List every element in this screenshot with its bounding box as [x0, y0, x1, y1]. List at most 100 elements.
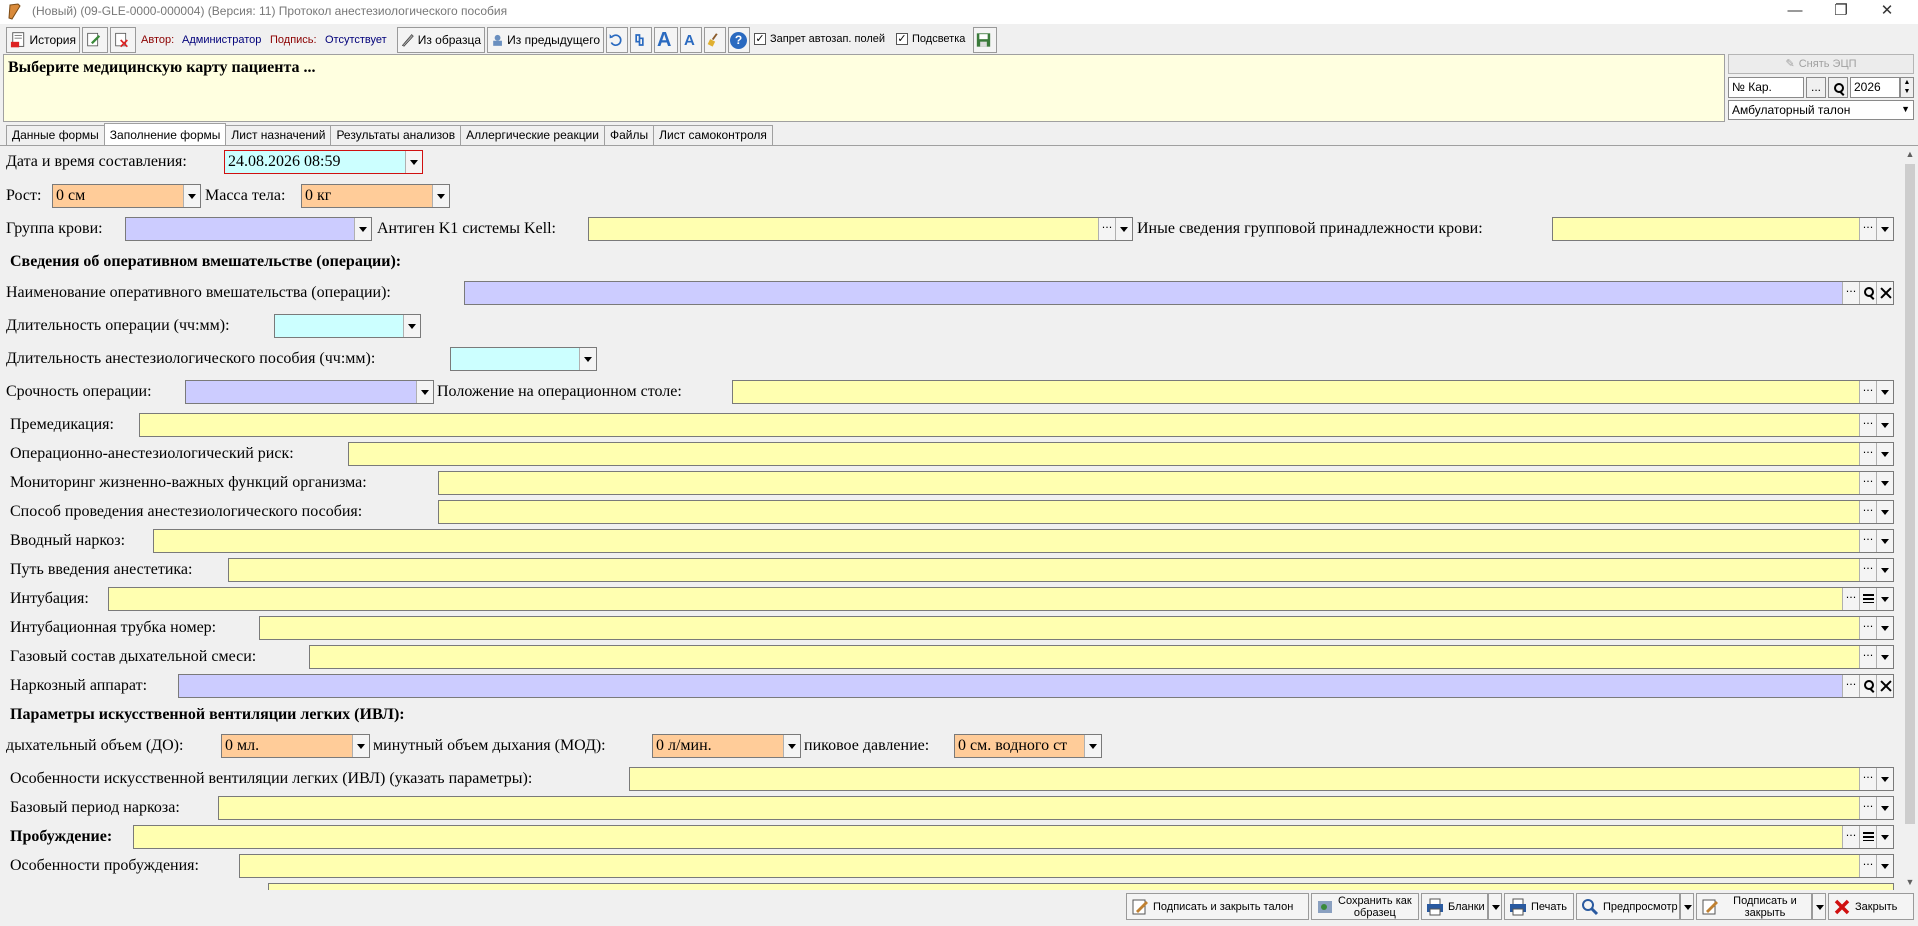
list-icon[interactable] [1859, 588, 1876, 610]
ellipsis-icon[interactable]: ··· [1859, 855, 1876, 877]
ellipsis-icon[interactable]: ··· [1859, 768, 1876, 790]
ellipsis-icon[interactable]: ··· [1859, 414, 1876, 436]
monitoring-field[interactable]: ··· [438, 471, 1894, 495]
blanks-button[interactable]: Бланки [1421, 893, 1488, 920]
document-type-select[interactable]: Амбулаторный талон ▼ [1728, 100, 1914, 120]
card-browse-button[interactable]: ... [1806, 77, 1826, 98]
year-spinner[interactable]: ▲ ▼ [1900, 77, 1914, 98]
close-icon[interactable] [1876, 282, 1893, 304]
ellipsis-icon[interactable]: ··· [1098, 218, 1115, 240]
tube-number-field[interactable]: ··· [259, 616, 1894, 640]
chevron-down-icon[interactable] [1876, 588, 1893, 610]
route-field[interactable]: ··· [228, 558, 1894, 582]
highlight-checkbox[interactable]: ✓ Подсветка [896, 33, 965, 45]
ellipsis-icon[interactable]: ··· [1842, 675, 1859, 697]
ellipsis-icon[interactable]: ··· [1859, 559, 1876, 581]
weight-field[interactable]: 0 кг [301, 184, 450, 208]
chevron-down-icon[interactable] [352, 735, 369, 757]
ellipsis-icon[interactable]: ··· [1842, 826, 1859, 848]
close-window-button[interactable]: ✕ [1864, 0, 1910, 24]
sign-close-button[interactable]: Подписать и закрыть [1696, 893, 1812, 920]
preview-dropdown[interactable] [1680, 893, 1694, 920]
awakening-features-field[interactable]: ··· [239, 854, 1894, 878]
machine-field[interactable]: ··· [178, 674, 1894, 698]
chevron-down-icon[interactable] [354, 218, 371, 240]
awakening-field[interactable]: ··· [133, 825, 1894, 849]
ellipsis-icon[interactable]: ··· [1859, 381, 1876, 403]
tab-form-fill[interactable]: Заполнение формы [103, 123, 227, 145]
gas-mix-field[interactable]: ··· [309, 645, 1894, 669]
preview-button[interactable]: Предпросмотр [1576, 893, 1680, 920]
refresh-button[interactable] [606, 27, 628, 53]
ellipsis-icon[interactable]: ··· [1859, 472, 1876, 494]
urgency-field[interactable] [185, 380, 434, 404]
tab-files[interactable]: Файлы [603, 125, 655, 145]
patient-panel[interactable]: Выберите медицинскую карту пациента ... [3, 54, 1725, 122]
ellipsis-icon[interactable]: ··· [1859, 501, 1876, 523]
risk-field[interactable]: ··· [348, 442, 1894, 466]
other-blood-field[interactable]: ··· [1552, 217, 1894, 241]
tab-prescriptions[interactable]: Лист назначений [225, 125, 332, 145]
chevron-down-icon[interactable] [1876, 768, 1893, 790]
save-template-button[interactable]: Сохранить как образец [1311, 893, 1419, 920]
base-period-field[interactable]: ··· [218, 796, 1894, 820]
year-input[interactable]: 2026 [1850, 77, 1900, 98]
chevron-down-icon[interactable] [432, 185, 449, 207]
ellipsis-icon[interactable]: ··· [1859, 218, 1876, 240]
minimize-button[interactable]: — [1772, 0, 1818, 24]
from-template-button[interactable]: Из образца [397, 27, 485, 53]
ellipsis-icon[interactable]: ··· [1859, 617, 1876, 639]
restore-button[interactable]: ❐ [1818, 0, 1864, 24]
font-decrease-button[interactable]: A [680, 27, 702, 53]
search-icon[interactable] [1859, 675, 1876, 697]
tab-form-data[interactable]: Данные формы [6, 125, 105, 145]
blood-group-field[interactable] [125, 217, 372, 241]
help-button[interactable]: ? [728, 27, 750, 53]
chevron-down-icon[interactable] [1876, 414, 1893, 436]
scroll-thumb[interactable] [1905, 164, 1915, 824]
link-button[interactable] [630, 27, 652, 53]
induction-field[interactable]: ··· [153, 529, 1894, 553]
sign-close-ticket-button[interactable]: Подписать и закрыть талон [1126, 893, 1309, 920]
datetime-field[interactable]: 24.08.2026 08:59 [224, 150, 423, 174]
tab-self-control[interactable]: Лист самоконтроля [653, 125, 773, 145]
chevron-down-icon[interactable] [1876, 646, 1893, 668]
sign-close-dropdown[interactable] [1812, 893, 1826, 920]
close-button[interactable]: Закрыть [1828, 893, 1914, 920]
form-scrollbar[interactable]: ▲ ▼ [1902, 146, 1918, 890]
chevron-down-icon[interactable] [1876, 797, 1893, 819]
print-button[interactable]: Печать [1504, 893, 1574, 920]
chevron-down-icon[interactable] [416, 381, 433, 403]
anesthesia-duration-field[interactable] [450, 347, 597, 371]
chevron-down-icon[interactable] [1084, 735, 1101, 757]
ellipsis-icon[interactable]: ··· [1859, 646, 1876, 668]
chevron-down-icon[interactable] [1876, 443, 1893, 465]
peak-pressure-field[interactable]: 0 см. водного ст [954, 734, 1102, 758]
clear-button[interactable] [704, 27, 726, 53]
scroll-down-icon[interactable]: ▼ [1902, 874, 1918, 890]
font-increase-button[interactable]: A [654, 27, 678, 53]
remove-signature-button[interactable]: ✎ Снять ЭЦП [1728, 54, 1914, 74]
delete-doc-button[interactable] [110, 27, 136, 53]
next-field-partial[interactable] [268, 883, 1894, 890]
edit-doc-button[interactable] [82, 27, 108, 53]
tab-allergies[interactable]: Аллергические реакции [460, 125, 605, 145]
position-field[interactable]: ··· [732, 380, 1894, 404]
from-previous-button[interactable]: Из предыдущего [487, 27, 604, 53]
height-field[interactable]: 0 см [52, 184, 201, 208]
operation-name-field[interactable]: ··· [464, 281, 1894, 305]
tab-lab-results[interactable]: Результаты анализов [330, 125, 462, 145]
chevron-down-icon[interactable] [1876, 617, 1893, 639]
ellipsis-icon[interactable]: ··· [1859, 443, 1876, 465]
chevron-down-icon[interactable] [405, 151, 422, 173]
card-number-input[interactable]: № Кар. [1728, 77, 1804, 98]
chevron-down-icon[interactable] [783, 735, 800, 757]
ivl-features-field[interactable]: ··· [629, 767, 1894, 791]
chevron-down-icon[interactable] [1876, 381, 1893, 403]
minute-volume-field[interactable]: 0 л/мин. [652, 734, 801, 758]
chevron-down-icon[interactable] [183, 185, 200, 207]
chevron-down-icon[interactable] [1876, 530, 1893, 552]
chevron-down-icon[interactable] [1876, 826, 1893, 848]
kell-field[interactable]: ··· [588, 217, 1133, 241]
tidal-volume-field[interactable]: 0 мл. [221, 734, 370, 758]
